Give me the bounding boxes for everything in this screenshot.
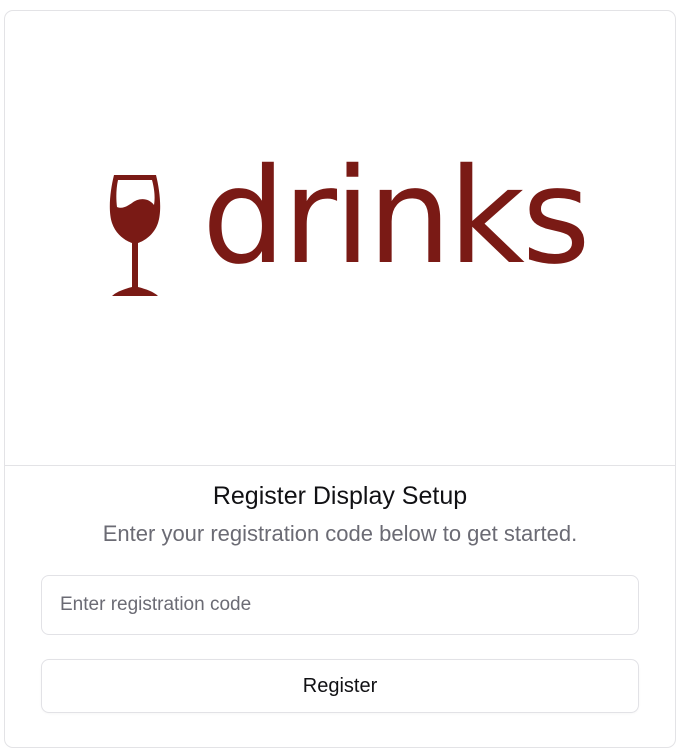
brand-logo: drinks [5,11,675,466]
page-title: Register Display Setup [212,482,468,510]
brand-wordmark: drinks [202,140,591,294]
register-button[interactable]: Register [41,659,639,713]
wine-glass-icon [109,175,161,296]
registration-code-input[interactable] [41,575,639,635]
register-card: drinks Register Display Setup Enter your… [4,10,676,748]
page-subtitle: Enter your registration code below to ge… [102,521,578,546]
